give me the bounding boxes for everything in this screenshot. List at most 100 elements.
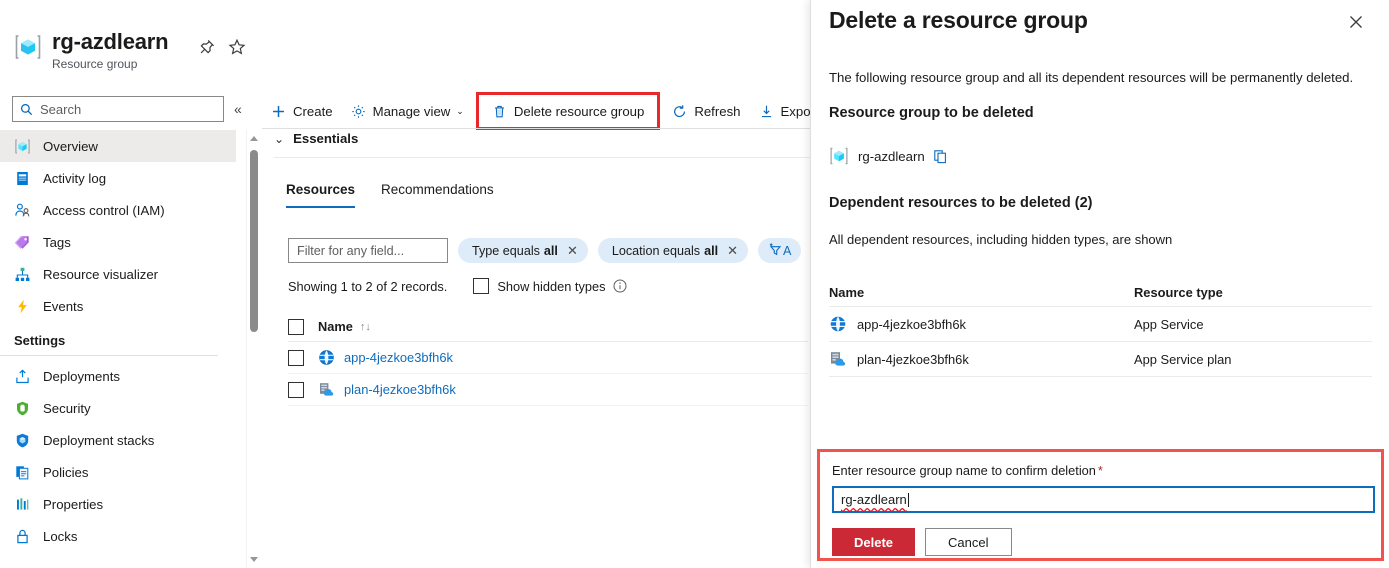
deployment-stacks-icon (14, 432, 31, 449)
overview-icon (14, 138, 31, 155)
column-header-resource-type: Resource type (1134, 284, 1223, 300)
scrollbar-thumb[interactable] (250, 150, 258, 332)
panel-intro-text: The following resource group and all its… (829, 70, 1354, 85)
add-filter-label: A (783, 243, 792, 258)
resource-group-icon (829, 146, 849, 166)
tab-recommendations[interactable]: Recommendations (381, 182, 494, 208)
copy-icon[interactable] (933, 149, 948, 164)
sidebar-search-row: Search « (12, 96, 242, 122)
sidebar-item-access-control[interactable]: Access control (IAM) (0, 194, 236, 226)
close-icon[interactable]: ✕ (727, 243, 738, 259)
delete-resource-group-button[interactable]: Delete resource group (483, 96, 653, 126)
required-mark: * (1097, 463, 1103, 478)
close-icon[interactable] (1346, 12, 1366, 32)
select-all-checkbox[interactable] (288, 318, 304, 335)
export-button[interactable]: Export (750, 96, 810, 126)
export-label: Export (780, 103, 810, 119)
filter-chip-value: all (543, 243, 558, 258)
resource-link[interactable]: app-4jezkoe3bfh6k (344, 350, 453, 365)
sidebar-item-label: Overview (43, 138, 98, 154)
collapse-sidebar-button[interactable]: « (234, 101, 242, 117)
resource-name: app-4jezkoe3bfh6k (857, 316, 966, 332)
essentials-divider (274, 157, 810, 158)
filter-chip-text: Type equals (472, 243, 540, 258)
main-content: Create Manage view ⌄ Delete resource gro… (262, 0, 810, 568)
sidebar-nav: Overview Activity log Access control (IA… (0, 130, 236, 552)
resources-grid: Name ↑↓ app-4jezkoe3bfh6k plan-4jezkoe3b… (288, 312, 808, 406)
tab-resources[interactable]: Resources (286, 182, 356, 208)
filter-field-input[interactable]: Filter for any field... (288, 238, 448, 263)
filter-row: Filter for any field... Type equals all … (288, 238, 802, 263)
close-icon[interactable]: ✕ (567, 243, 578, 259)
sort-icon[interactable]: ↑↓ (360, 321, 371, 333)
page-subtitle: Resource group (52, 57, 138, 71)
scroll-up-arrow[interactable] (250, 136, 258, 141)
confirm-deletion-section: Enter resource group name to confirm del… (817, 449, 1384, 561)
sidebar-item-deployment-stacks[interactable]: Deployment stacks (0, 424, 236, 456)
confirm-name-input[interactable]: rg-azdlearn (832, 486, 1375, 513)
sidebar-item-label: Locks (43, 528, 78, 544)
table-row[interactable]: app-4jezkoe3bfh6k (288, 342, 808, 374)
sidebar-item-label: Policies (43, 464, 89, 480)
table-row: plan-4jezkoe3bfh6k App Service plan (829, 341, 1372, 376)
sidebar-item-policies[interactable]: Policies (0, 456, 236, 488)
favorite-star-icon[interactable] (228, 38, 246, 56)
sidebar-item-deployments[interactable]: Deployments (0, 360, 236, 392)
sidebar-item-label: Activity log (43, 170, 107, 186)
essentials-toggle[interactable]: ⌄ Essentials (274, 131, 358, 146)
activity-log-icon (14, 170, 31, 187)
filter-chip-type[interactable]: Type equals all ✕ (458, 238, 588, 263)
sidebar-item-overview[interactable]: Overview (0, 130, 236, 162)
access-control-icon (14, 202, 31, 219)
resource-group-header: rg-azdlearn Resource group (14, 30, 169, 71)
content-tabs: Resources Recommendations (286, 182, 494, 208)
create-button[interactable]: Create (262, 96, 342, 126)
dependent-resources-note: All dependent resources, including hidde… (829, 232, 1173, 247)
sidebar-item-properties[interactable]: Properties (0, 488, 236, 520)
sidebar-scrollbar[interactable] (246, 130, 260, 568)
resource-name: plan-4jezkoe3bfh6k (857, 351, 969, 367)
policies-icon (14, 464, 31, 481)
filter-chip-location[interactable]: Location equals all ✕ (597, 238, 748, 263)
chevron-down-icon: ⌄ (274, 131, 285, 146)
refresh-button[interactable]: Refresh (663, 96, 749, 126)
sidebar-item-label: Deployments (43, 368, 120, 384)
confirm-label-text: Enter resource group name to confirm del… (832, 463, 1096, 478)
row-checkbox[interactable] (288, 381, 304, 398)
info-icon[interactable] (613, 279, 627, 293)
row-checkbox[interactable] (288, 349, 304, 366)
pin-icon[interactable] (198, 38, 216, 56)
confirm-buttons: Delete Cancel (832, 528, 1012, 556)
chevron-down-icon: ⌄ (456, 105, 464, 116)
sidebar-item-locks[interactable]: Locks (0, 520, 236, 552)
app-service-plan-icon (829, 350, 847, 368)
sidebar-item-label: Events (43, 298, 84, 314)
events-icon (14, 298, 31, 315)
sidebar-item-security[interactable]: Security (0, 392, 236, 424)
cancel-button[interactable]: Cancel (925, 528, 1012, 556)
add-filter-chip[interactable]: A (758, 238, 802, 263)
delete-button[interactable]: Delete (832, 528, 916, 556)
resource-group-row: rg-azdlearn (829, 146, 948, 166)
sidebar-item-activity-log[interactable]: Activity log (0, 162, 236, 194)
sidebar-item-label: Security (43, 400, 91, 416)
resource-link[interactable]: plan-4jezkoe3bfh6k (344, 382, 456, 397)
search-input[interactable]: Search (12, 96, 224, 122)
delete-resource-group-highlight: Delete resource group (475, 92, 661, 130)
trash-icon (492, 104, 507, 119)
delete-resource-group-label: Delete resource group (513, 103, 645, 119)
show-hidden-types-checkbox[interactable] (473, 278, 490, 294)
column-header-name[interactable]: Name (318, 319, 353, 334)
sidebar-item-tags[interactable]: Tags (0, 226, 236, 258)
table-row[interactable]: plan-4jezkoe3bfh6k (288, 374, 808, 406)
sidebar-item-events[interactable]: Events (0, 290, 236, 322)
scroll-down-arrow[interactable] (250, 557, 258, 562)
show-hidden-types-label: Show hidden types (497, 278, 606, 294)
sidebar-item-resource-visualizer[interactable]: Resource visualizer (0, 258, 236, 290)
resource-group-name: rg-azdlearn (858, 148, 925, 164)
manage-view-button[interactable]: Manage view ⌄ (342, 96, 473, 126)
sidebar-divider (0, 355, 218, 356)
security-shield-icon (14, 400, 31, 417)
table-row: app-4jezkoe3bfh6k App Service (829, 306, 1372, 341)
sidebar-item-label: Properties (43, 496, 104, 512)
